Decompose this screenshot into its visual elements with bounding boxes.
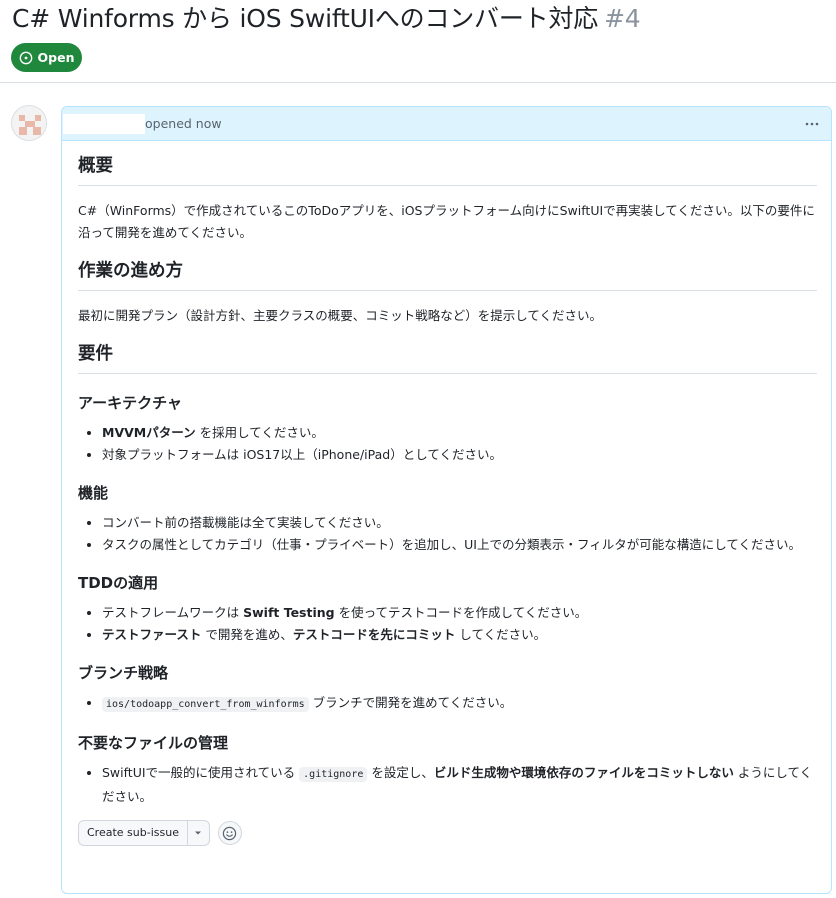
list-item: テストフレームワークは Swift Testing を使ってテストコードを作成し… <box>102 602 817 624</box>
kebab-horizontal-icon[interactable] <box>802 114 822 134</box>
comment-actions: Create sub-issue <box>78 820 817 846</box>
heading-features: 機能 <box>78 484 109 502</box>
list-item: タスクの属性としてカテゴリ（仕事・プライベート）を追加し、UI上での分類表示・フ… <box>102 534 817 556</box>
list-item: MVVMパターン を採用してください。 <box>102 422 817 444</box>
heading-overview: 概要 <box>78 153 817 186</box>
branch-name-code: ios/todoapp_convert_from_winforms <box>102 697 309 712</box>
list-item: ios/todoapp_convert_from_winforms ブランチで開… <box>102 692 817 716</box>
triangle-down-icon[interactable] <box>186 821 209 845</box>
files-mid: を設定し、 <box>367 765 434 780</box>
tdd-2-post: してください。 <box>455 627 547 642</box>
commit-test-first-strong: テストコードを先にコミット <box>292 627 456 642</box>
tdd-1-post: を使ってテストコードを作成してください。 <box>334 605 588 620</box>
issue-title-row: C# Winforms から iOS SwiftUIへのコンバート対応 #4 <box>12 3 641 37</box>
files-list: SwiftUIで一般的に使用されている .gitignore を設定し、ビルド生… <box>78 762 817 808</box>
gitignore-code: .gitignore <box>299 767 368 782</box>
opened-timestamp: opened now <box>145 116 222 131</box>
issue-number: #4 <box>604 4 641 33</box>
issue-state-badge: Open <box>11 43 82 72</box>
heading-branch: ブランチ戦略 <box>78 664 169 682</box>
branch-rest: ブランチで開発を進めてください。 <box>308 695 513 710</box>
heading-files: 不要なファイルの管理 <box>78 734 229 752</box>
heading-tdd: TDDの適用 <box>78 574 159 592</box>
branch-list: ios/todoapp_convert_from_winforms ブランチで開… <box>78 692 817 716</box>
no-build-artifacts-strong: ビルド生成物や環境依存のファイルをコミットしない <box>433 765 734 780</box>
create-sub-issue-split-button: Create sub-issue <box>78 820 210 846</box>
features-list: コンバート前の搭載機能は全て実装してください。 タスクの属性としてカテゴリ（仕事… <box>78 512 817 556</box>
list-item: 対象プラットフォームは iOS17以上（iPhone/iPad）としてください。 <box>102 444 817 466</box>
issue-opened-icon <box>19 51 33 65</box>
swift-testing-strong: Swift Testing <box>243 605 335 620</box>
comment-header: opened now <box>62 107 831 141</box>
mvvm-strong: MVVMパターン <box>102 425 196 440</box>
test-first-strong: テストファースト <box>102 627 202 642</box>
files-pre: SwiftUIで一般的に使用されている <box>102 765 300 780</box>
architecture-list: MVVMパターン を採用してください。 対象プラットフォームは iOS17以上（… <box>78 422 817 466</box>
create-sub-issue-button[interactable]: Create sub-issue <box>79 821 187 845</box>
list-item: コンバート前の搭載機能は全て実装してください。 <box>102 512 817 534</box>
author-avatar[interactable] <box>11 105 47 141</box>
tdd-1-pre: テストフレームワークは <box>102 605 244 620</box>
issue-state-label: Open <box>37 50 75 65</box>
process-text: 最初に開発プラン（設計方針、主要クラスの概要、コミット戦略など）を提示してくださ… <box>78 308 603 323</box>
issue-title: C# Winforms から iOS SwiftUIへのコンバート対応 <box>12 4 599 33</box>
list-item: SwiftUIで一般的に使用されている .gitignore を設定し、ビルド生… <box>102 762 817 808</box>
issue-comment: opened now 概要 C#（WinForms）で作成されているこのToDo… <box>61 106 832 894</box>
list-item: テストファースト で開発を進め、テストコードを先にコミット してください。 <box>102 624 817 646</box>
heading-process: 作業の進め方 <box>78 258 817 291</box>
header-divider <box>0 82 836 83</box>
overview-text: C#（WinForms）で作成されているこのToDoアプリを、iOSプラットフォ… <box>78 203 815 240</box>
heading-architecture: アーキテクチャ <box>78 394 182 412</box>
tdd-2-mid: で開発を進め、 <box>201 627 293 642</box>
comment-body: 概要 C#（WinForms）で作成されているこのToDoアプリを、iOSプラッ… <box>62 153 831 846</box>
arch-1-rest: を採用してください。 <box>195 425 324 440</box>
heading-requirements: 要件 <box>78 341 817 374</box>
author-name[interactable] <box>63 113 145 134</box>
tdd-list: テストフレームワークは Swift Testing を使ってテストコードを作成し… <box>78 602 817 646</box>
smiley-icon[interactable] <box>217 821 242 845</box>
